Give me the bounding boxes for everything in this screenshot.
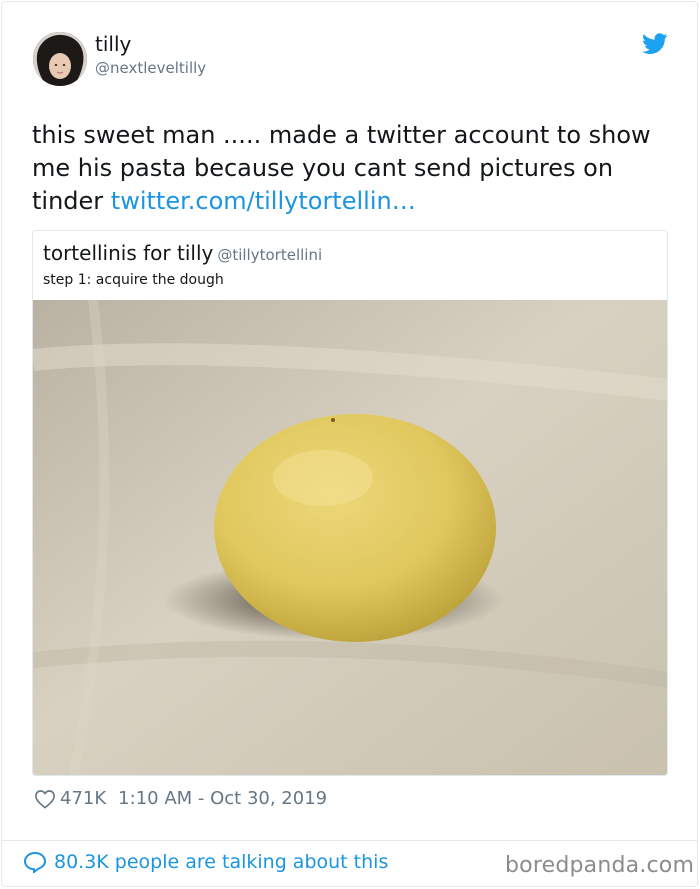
quoted-tweet[interactable]: tortellinis for tilly @tillytortellini st… xyxy=(32,230,668,776)
quoted-tweet-link[interactable]: twitter.com/tillytortellin… xyxy=(111,187,416,215)
dough-ball-photo[interactable] xyxy=(33,300,668,776)
footer-divider xyxy=(1,840,698,841)
tweet-meta: 471K 1:10 AM - Oct 30, 2019 xyxy=(34,788,327,809)
heart-icon[interactable] xyxy=(34,789,56,809)
tweet-text: this sweet man ..... made a twitter acco… xyxy=(32,119,672,218)
author-avatar[interactable] xyxy=(33,32,87,86)
author-display-name[interactable]: tilly xyxy=(95,32,131,56)
quoted-tweet-text: step 1: acquire the dough xyxy=(43,272,224,288)
author-handle[interactable]: @nextleveltilly xyxy=(95,59,206,77)
tweet-timestamp[interactable]: 1:10 AM - Oct 30, 2019 xyxy=(118,788,327,809)
chat-bubble-icon xyxy=(23,851,47,873)
talking-about-link[interactable]: 80.3K people are talking about this xyxy=(23,851,388,873)
avatar-photo xyxy=(33,32,87,86)
quoted-author-handle: @tillytortellini xyxy=(217,246,323,264)
talking-about-text[interactable]: 80.3K people are talking about this xyxy=(54,851,388,873)
quoted-author-name: tortellinis for tilly xyxy=(43,241,214,265)
like-count[interactable]: 471K xyxy=(60,788,106,809)
boredpanda-watermark: boredpanda.com xyxy=(505,853,695,878)
twitter-bird-icon[interactable] xyxy=(642,33,668,55)
quoted-tweet-header: tortellinis for tilly @tillytortellini xyxy=(43,241,322,265)
